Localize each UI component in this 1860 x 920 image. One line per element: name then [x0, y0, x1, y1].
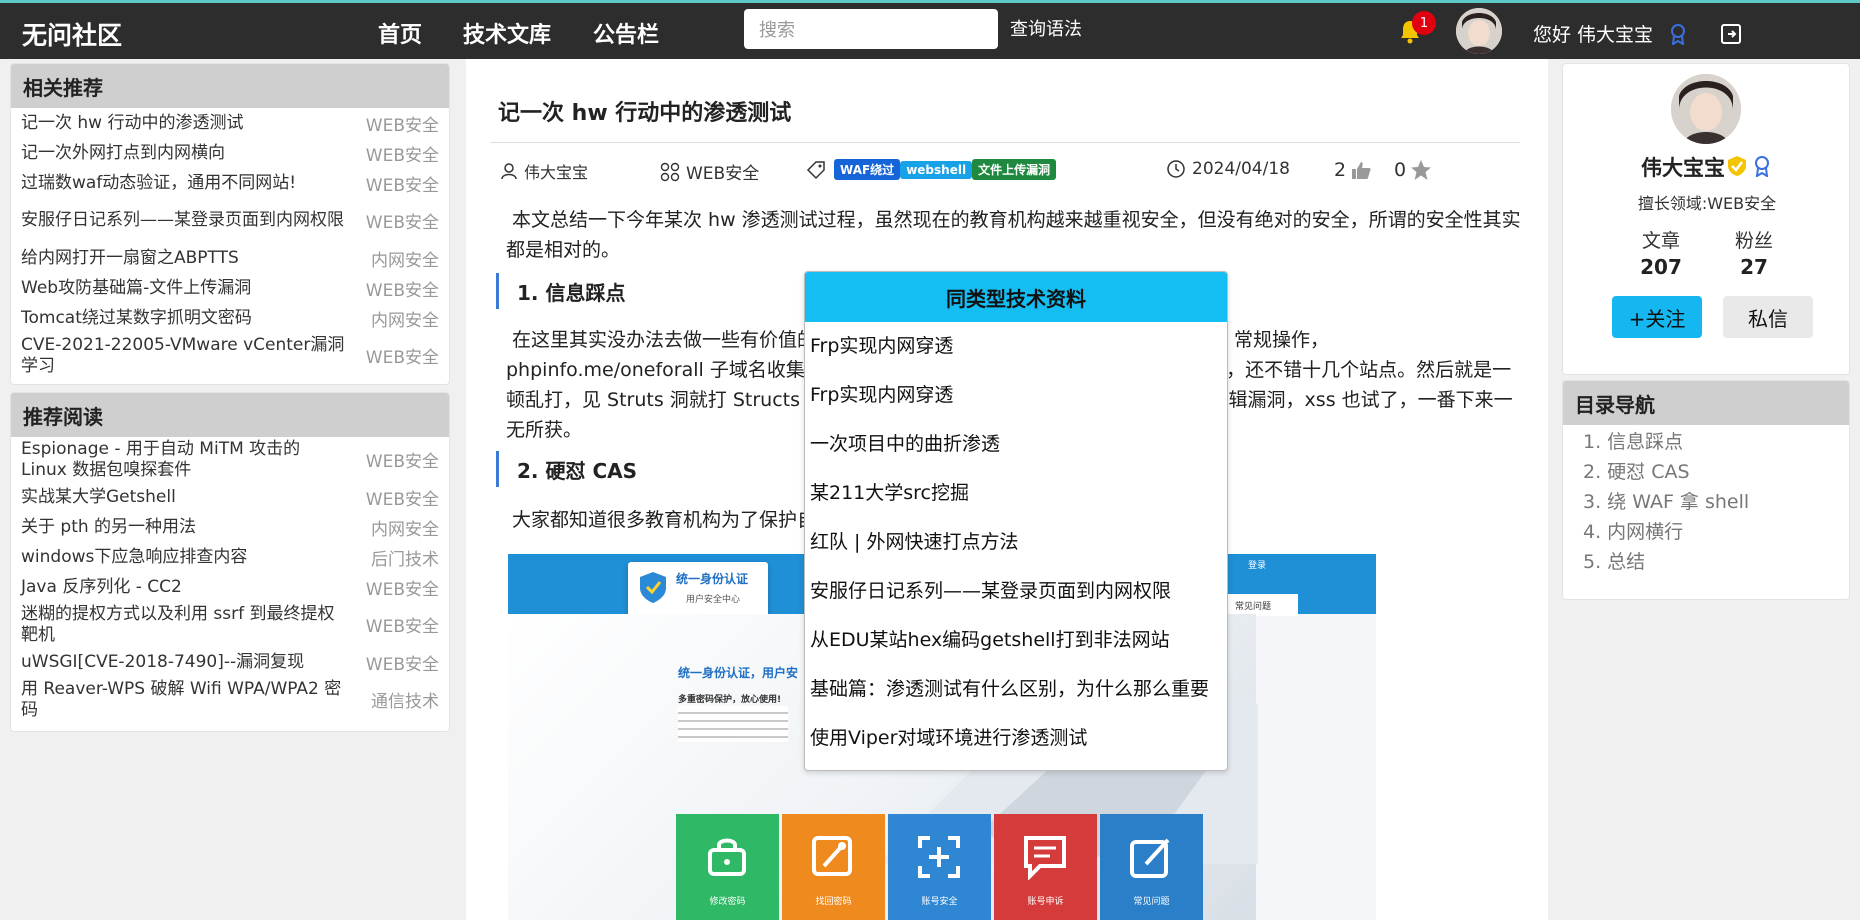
- toc-item[interactable]: 5. 总结: [1563, 547, 1849, 577]
- list-item[interactable]: CVE-2021-22005-VMware vCenter漏洞学习 WEB安全: [11, 333, 449, 378]
- popup-item[interactable]: 一次项目中的曲折渗透: [805, 420, 1227, 469]
- author-avatar[interactable]: [1671, 74, 1741, 144]
- list-item[interactable]: 过瑞数waf动态验证，通用不同网站! WEB安全: [11, 168, 449, 198]
- fans-stat[interactable]: 粉丝 27: [1714, 226, 1794, 279]
- related-recommendations: 相关推荐 记一次 hw 行动中的渗透测试 WEB安全 记一次外网打点到内网横向 WE…: [10, 63, 450, 385]
- user-icon: [501, 163, 517, 180]
- grid-icon: [660, 162, 680, 181]
- popup-item[interactable]: Frp实现内网穿透: [805, 322, 1227, 371]
- list-item[interactable]: uWSGI[CVE-2018-7490]--漏洞复现 WEB安全: [11, 647, 449, 677]
- thumbs-up-icon: [1352, 162, 1371, 179]
- list-item[interactable]: 用 Reaver-WPS 破解 Wifi WPA/WPA2 密码 通信技术: [11, 677, 449, 722]
- lock-icon: [708, 838, 746, 876]
- section-heading-2: 2. 硬怼 CAS: [496, 451, 637, 487]
- tile-recover-password: 找回密码: [782, 814, 885, 920]
- list-item[interactable]: 安服仔日记系列——某登录页面到内网权限 WEB安全: [11, 198, 449, 243]
- related-title: 相关推荐: [11, 64, 449, 108]
- list-item[interactable]: Espionage - 用于自动 MiTM 攻击的 Linux 数据包嗅探套件 W…: [11, 437, 449, 482]
- top-navbar: 无问社区 首页 技术文库 公告栏 搜索 查询语法 1 您好 伟大宝宝: [0, 0, 1860, 59]
- toc-item[interactable]: 4. 内网横行: [1563, 517, 1849, 547]
- toc-item[interactable]: 3. 绕 WAF 拿 shell: [1563, 487, 1849, 517]
- list-item[interactable]: Java 反序列化 - CC2 WEB安全: [11, 572, 449, 602]
- message-button[interactable]: 私信: [1723, 296, 1813, 338]
- recommended-reading: 推荐阅读 Espionage - 用于自动 MiTM 攻击的 Linux 数据包…: [10, 392, 450, 732]
- nav-announcements[interactable]: 公告栏: [593, 17, 659, 49]
- nav-home[interactable]: 首页: [378, 17, 422, 49]
- section-heading-1: 1. 信息踩点: [496, 273, 625, 309]
- medal-icon: [1755, 156, 1769, 177]
- image-banner-sub: 用户安全中心: [686, 595, 741, 605]
- popup-item[interactable]: 某211大学src挖掘: [805, 469, 1227, 518]
- like-count[interactable]: 2: [1334, 159, 1372, 181]
- list-item[interactable]: windows下应急响应排查内容 后门技术: [11, 542, 449, 572]
- divider: [490, 142, 1520, 143]
- list-item[interactable]: 记一次 hw 行动中的渗透测试 WEB安全: [11, 108, 449, 138]
- article-intro: 本文总结一下今年某次 hw 渗透测试过程，虽然现在的教育机构越来越重视安全，但没…: [506, 209, 1521, 261]
- author-domain: 擅长领域:WEB安全: [1637, 194, 1777, 213]
- list-item[interactable]: Tomcat绕过某数字抓明文密码 内网安全: [11, 303, 449, 333]
- star-count[interactable]: 0: [1394, 159, 1432, 181]
- image-banner-title: 统一身份认证: [676, 572, 749, 586]
- shield-icon: [640, 572, 666, 603]
- tag-webshell[interactable]: webshell: [900, 160, 973, 179]
- article-date: 2024/04/18: [1166, 159, 1290, 179]
- search-input[interactable]: 搜索: [744, 9, 998, 49]
- image-login-link: 登录: [1248, 561, 1267, 571]
- medal-icon: [1671, 24, 1685, 45]
- popup-title: 同类型技术资料: [805, 272, 1227, 322]
- image-body-title: 统一身份认证，用户安: [678, 666, 799, 680]
- site-logo[interactable]: 无问社区: [22, 16, 122, 52]
- image-body-sub: 多重密码保护，放心使用!: [678, 695, 782, 705]
- list-item[interactable]: 给内网打开一扇窗之ABPTTS 内网安全: [11, 243, 449, 273]
- list-item[interactable]: 实战某大学Getshell WEB安全: [11, 482, 449, 512]
- chat-icon: [1024, 836, 1066, 880]
- list-item[interactable]: Web攻防基础篇-文件上传漏洞 WEB安全: [11, 273, 449, 303]
- notification-badge: 1: [1412, 11, 1436, 35]
- user-greeting[interactable]: 您好 伟大宝宝: [1533, 20, 1653, 47]
- reading-title: 推荐阅读: [11, 393, 449, 437]
- list-item[interactable]: 迷糊的提权方式以及利用 ssrf 到最终提权靶机 WEB安全: [11, 602, 449, 647]
- article-category[interactable]: WEB安全: [660, 159, 759, 184]
- article-title: 记一次 hw 行动中的渗透测试: [498, 101, 792, 126]
- edit-key-icon: [812, 836, 852, 876]
- follow-button[interactable]: +关注: [1612, 296, 1702, 338]
- popup-item[interactable]: 从EDU某站hex编码getshell打到非法网站: [805, 616, 1227, 665]
- star-icon: [1411, 160, 1432, 180]
- popup-item[interactable]: 使用Viper对域环境进行渗透测试: [805, 714, 1227, 763]
- clock-icon: [1167, 160, 1185, 178]
- edit-icon: [1130, 838, 1170, 878]
- list-item[interactable]: 关于 pth 的另一种用法 内网安全: [11, 512, 449, 542]
- article-author[interactable]: 伟大宝宝: [500, 159, 588, 183]
- tag-icon: [806, 160, 825, 179]
- popup-item[interactable]: 基础篇：渗透测试有什么区别，为什么那么重要: [805, 665, 1227, 714]
- toc-panel: 目录导航 1. 信息踩点 2. 硬怼 CAS 3. 绕 WAF 拿 shell …: [1562, 380, 1850, 600]
- author-profile-card: 伟大宝宝 擅长领域:WEB安全 文章 207 粉丝 27 +关注 私信: [1562, 63, 1850, 375]
- verified-badge-icon: [1728, 156, 1746, 176]
- tile-account-security: 账号安全: [888, 814, 991, 920]
- article-tags: WAF绕过 webshell 文件上传漏洞: [806, 159, 1057, 180]
- plus-frame-icon: [918, 836, 960, 878]
- query-syntax-link[interactable]: 查询语法: [1010, 15, 1082, 41]
- tag-upload[interactable]: 文件上传漏洞: [972, 159, 1057, 180]
- toc-item[interactable]: 1. 信息踩点: [1563, 427, 1849, 457]
- popup-item[interactable]: Frp实现内网穿透: [805, 371, 1227, 420]
- articles-stat[interactable]: 文章 207: [1621, 226, 1701, 279]
- nav-library[interactable]: 技术文库: [463, 17, 551, 49]
- toc-item[interactable]: 2. 硬怼 CAS: [1563, 457, 1849, 487]
- list-item[interactable]: 记一次外网打点到内网横向 WEB安全: [11, 138, 449, 168]
- tag-waf[interactable]: WAF绕过: [834, 159, 901, 180]
- popup-item[interactable]: 安服仔日记系列——某登录页面到内网权限: [805, 567, 1227, 616]
- popup-item[interactable]: 红队 | 外网快速打点方法: [805, 518, 1227, 567]
- user-avatar[interactable]: [1456, 8, 1502, 54]
- similar-resources-popup: 同类型技术资料 Frp实现内网穿透 Frp实现内网穿透 一次项目中的曲折渗透 某…: [804, 271, 1228, 771]
- tile-faq: 常见问题: [1100, 814, 1203, 920]
- tile-account-appeal: 账号申诉: [994, 814, 1097, 920]
- tile-change-password: 修改密码: [676, 814, 779, 920]
- toc-title: 目录导航: [1563, 381, 1849, 425]
- logout-icon[interactable]: [1720, 23, 1742, 45]
